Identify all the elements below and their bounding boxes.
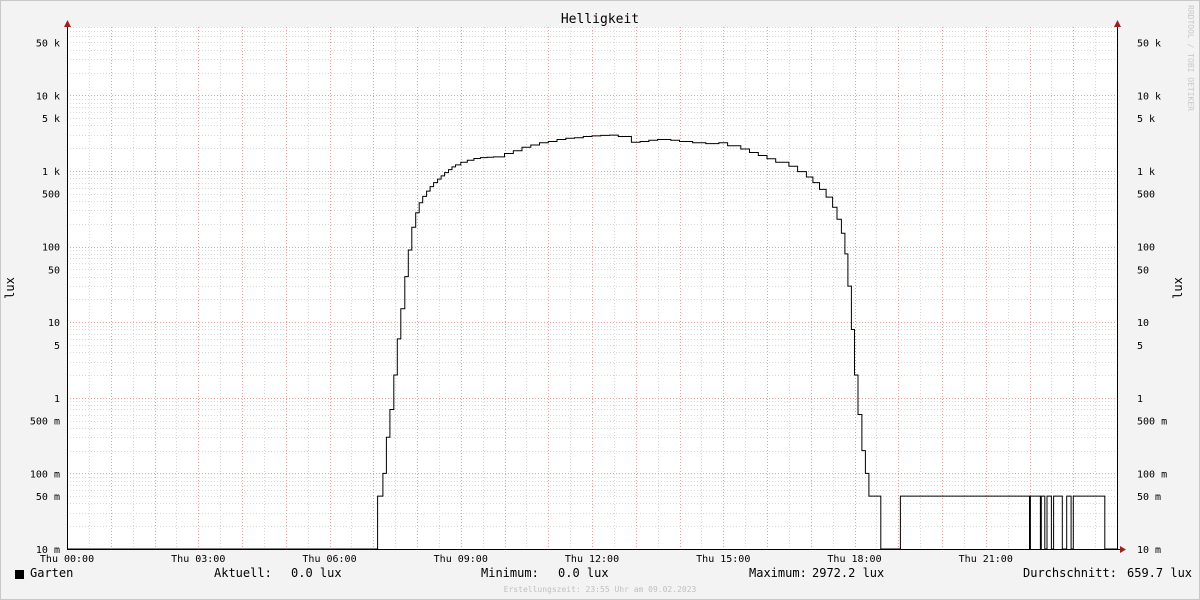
legend-series-name: Garten — [30, 566, 74, 580]
x-ticks: Thu 00:00 Thu 03:00 Thu 06:00 Thu 09:00 Thu … — [40, 554, 1013, 565]
y-axis-label-left: lux — [3, 277, 17, 299]
x-tick-label: Thu 12:00 — [565, 554, 619, 565]
y-tick-label-left: 50 k — [36, 38, 60, 49]
legend-maximum-label: Maximum: — [749, 566, 807, 580]
x-tick-label: Thu 09:00 — [434, 554, 488, 565]
y-tick-label-right: 5 k — [1137, 114, 1155, 125]
y-tick-label-right: 10 k — [1137, 91, 1161, 102]
y-tick-label-left: 50 — [48, 265, 60, 276]
legend-minimum-label: Minimum: — [481, 566, 539, 580]
y-axis-arrow-left — [64, 20, 71, 27]
legend-maximum-value: 2972.2 lux — [812, 566, 885, 580]
y-tick-label-right: 1 — [1137, 394, 1143, 405]
y-tick-label-right: 500 — [1137, 190, 1155, 201]
y-tick-label-left: 5 — [54, 341, 60, 352]
y-tick-label-left: 10 k — [36, 91, 60, 102]
x-tick-label: Thu 06:00 — [302, 554, 356, 565]
x-tick-label: Thu 00:00 — [40, 554, 94, 565]
x-tick-label: Thu 15:00 — [696, 554, 750, 565]
y-tick-label-right: 50 m — [1137, 492, 1161, 503]
brightness-chart: 50 k 10 k 5 k 1 k 500 100 50 10 5 1 500 m 100 m 50 m… — [3, 5, 1195, 565]
chart-title: Helligkeit — [561, 12, 639, 27]
y-tick-label-left: 100 — [42, 243, 60, 254]
y-tick-label-right: 1 k — [1137, 167, 1155, 178]
y-tick-label-right: 50 — [1137, 265, 1149, 276]
y-axis-label-right: lux — [1171, 277, 1185, 299]
x-tick-label: Thu 18:00 — [827, 554, 881, 565]
legend-durchschnitt-value: 659.7 lux — [1127, 566, 1193, 580]
legend-aktuell-label: Aktuell: — [214, 566, 272, 580]
y-tick-label-left: 1 — [54, 394, 60, 405]
y-tick-label-left: 10 — [48, 318, 60, 329]
y-tick-label-left: 500 m — [30, 417, 60, 428]
x-axis-arrow — [1120, 546, 1126, 553]
y-tick-label-right: 100 — [1137, 243, 1155, 254]
y-axis-arrow-right — [1114, 20, 1121, 27]
y-tick-label-right: 10 m — [1137, 545, 1161, 556]
y-tick-label-left: 5 k — [42, 114, 60, 125]
y-tick-label-left: 1 k — [42, 167, 60, 178]
y-tick-label-right: 50 k — [1137, 38, 1161, 49]
y-ticks-left: 50 k 10 k 5 k 1 k 500 100 50 10 5 1 500 m 100 m 50 m… — [30, 38, 60, 556]
legend-minimum-value: 0.0 lux — [558, 566, 609, 580]
y-tick-label-right: 500 m — [1137, 417, 1167, 428]
y-tick-label-right: 5 — [1137, 341, 1143, 352]
y-tick-label-right: 10 — [1137, 318, 1149, 329]
y-tick-label-right: 100 m — [1137, 469, 1167, 480]
legend-swatch — [15, 570, 24, 579]
watermark: RRDTOOL / TOBI OETIKER — [1186, 5, 1195, 111]
legend-aktuell-value: 0.0 lux — [291, 566, 342, 580]
y-ticks-right: 50 k 10 k 5 k 1 k 500 100 50 10 5 1 500 m 100 m 50 m… — [1137, 38, 1167, 556]
legend-durchschnitt-label: Durchschnitt: — [1023, 566, 1117, 580]
y-tick-label-left: 100 m — [30, 469, 60, 480]
y-tick-label-left: 50 m — [36, 492, 60, 503]
x-tick-label: Thu 21:00 — [959, 554, 1013, 565]
footer-timestamp: Erstellungszeit: 23:55 Uhr am 09.02.2023 — [503, 585, 697, 594]
x-tick-label: Thu 03:00 — [171, 554, 225, 565]
y-tick-label-left: 500 — [42, 190, 60, 201]
